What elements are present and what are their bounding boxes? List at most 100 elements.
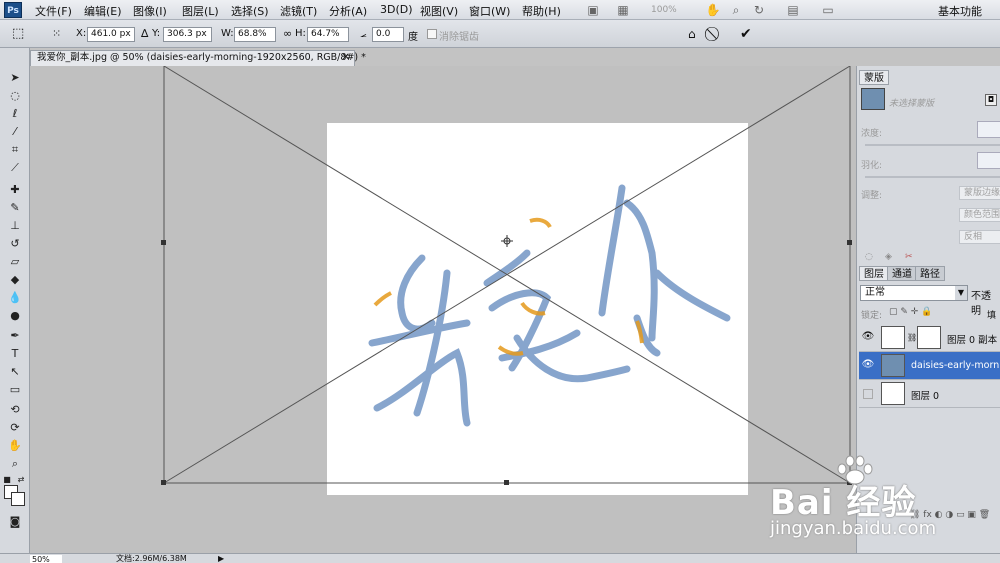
workspace-switcher[interactable]: 基本功能 xyxy=(938,3,982,19)
photoshop-logo: Ps xyxy=(4,2,22,18)
y-position-field[interactable]: 306.3 px xyxy=(163,27,212,42)
menu-file[interactable]: 文件(F) xyxy=(35,3,72,19)
angle-field[interactable]: 0.0 xyxy=(372,27,404,42)
handle-left-middle xyxy=(161,240,166,245)
width-field[interactable]: 68.8% xyxy=(234,27,276,42)
canvas-area[interactable] xyxy=(30,66,856,553)
feather-field[interactable] xyxy=(977,152,1000,169)
magic-wand-tool-icon[interactable]: ⁄ xyxy=(7,124,23,140)
menu-layer[interactable]: 图层(L) xyxy=(182,3,219,19)
menu-analysis[interactable]: 分析(A) xyxy=(329,3,367,19)
menu-filter[interactable]: 滤镜(T) xyxy=(280,3,317,19)
delete-mask-icon[interactable]: ✂ xyxy=(905,252,913,262)
screen-mode-icon[interactable]: ▭ xyxy=(820,3,836,17)
zoom-level-menu[interactable]: 100% xyxy=(651,5,677,15)
density-field[interactable] xyxy=(977,121,1000,138)
eye-icon[interactable]: 👁 xyxy=(861,358,875,372)
rectangle-tool-icon[interactable]: ▭ xyxy=(7,382,23,398)
tab-masks[interactable]: 蒙版 xyxy=(859,70,889,85)
status-bar: 50% 文档:2.96M/6.38M ▶ xyxy=(0,553,1000,563)
eye-icon[interactable]: 👁 xyxy=(861,330,875,344)
document-tab[interactable]: 我爱你_副本.jpg @ 50% (daisies-early-morning-… xyxy=(30,50,366,66)
arrange-documents-icon[interactable]: ▤ xyxy=(785,3,801,17)
density-slider[interactable] xyxy=(865,144,1000,146)
menu-view[interactable]: 视图(V) xyxy=(420,3,458,19)
clone-stamp-tool-icon[interactable]: ⊥ xyxy=(7,218,23,234)
warp-mode-icon[interactable]: ⌂ xyxy=(688,26,696,42)
menu-help[interactable]: 帮助(H) xyxy=(522,3,561,19)
healing-brush-tool-icon[interactable]: ✚ xyxy=(7,182,23,198)
eraser-tool-icon[interactable]: ▱ xyxy=(7,254,23,270)
menu-3d[interactable]: 3D(D) xyxy=(380,3,413,16)
mask-edge-button[interactable]: 蒙版边缘... xyxy=(959,186,1000,200)
load-selection-icon[interactable]: ◌ xyxy=(865,252,873,262)
crop-tool-icon[interactable]: ⌗ xyxy=(7,142,23,158)
dodge-tool-icon[interactable]: ● xyxy=(7,308,23,324)
path-selection-tool-icon[interactable]: ↖ xyxy=(7,364,23,380)
relative-position-icon[interactable]: ∆ xyxy=(141,27,148,40)
link-icon[interactable]: ∞ xyxy=(283,27,292,40)
paint-bucket-tool-icon[interactable]: ◆ xyxy=(7,272,23,288)
background-color-swatch[interactable] xyxy=(11,492,25,506)
visibility-toggle[interactable] xyxy=(863,389,873,399)
3d-rotate-tool-icon[interactable]: ⟲ xyxy=(7,402,23,418)
x-label: X: xyxy=(76,28,87,39)
reference-point-icon[interactable]: ⁙ xyxy=(52,26,61,42)
invert-button[interactable]: 反相 xyxy=(959,230,1000,244)
hand-icon[interactable]: ✋ xyxy=(705,3,721,17)
layer-thumbnail xyxy=(881,382,905,405)
document-info[interactable]: 文档:2.96M/6.38M xyxy=(116,554,187,563)
hand-tool-icon[interactable]: ✋ xyxy=(7,438,23,454)
type-tool-icon[interactable]: T xyxy=(7,346,23,362)
apply-mask-icon[interactable]: ◈ xyxy=(885,252,892,262)
history-brush-tool-icon[interactable]: ↺ xyxy=(7,236,23,252)
tab-paths[interactable]: 路径 xyxy=(915,266,945,281)
blur-tool-icon[interactable]: 💧 xyxy=(7,290,23,306)
layer-row[interactable]: 👁 ⛓ 图层 0 副本 xyxy=(859,324,1000,352)
rotate-view-icon[interactable]: ↻ xyxy=(751,3,767,17)
x-position-field[interactable]: 461.0 px xyxy=(87,27,135,42)
tab-channels[interactable]: 通道 xyxy=(887,266,917,281)
zoom-field[interactable]: 50% xyxy=(30,555,62,563)
feather-label: 羽化: xyxy=(861,161,883,171)
feather-slider[interactable] xyxy=(865,176,1000,178)
move-tool-icon[interactable]: ➤ xyxy=(7,70,23,86)
document-tab-title: 我爱你_副本.jpg @ 50% (daisies-early-morning-… xyxy=(37,52,366,63)
lock-icons[interactable]: ▢ ✎ ✛ 🔒 xyxy=(889,307,932,317)
tab-layers[interactable]: 图层 xyxy=(859,266,889,281)
adjust-label: 调整: xyxy=(861,191,883,201)
3d-orbit-tool-icon[interactable]: ⟳ xyxy=(7,420,23,436)
eyedropper-tool-icon[interactable]: ⟋ xyxy=(7,160,23,176)
status-menu-icon[interactable]: ▶ xyxy=(218,554,224,563)
w-label: W: xyxy=(221,28,234,39)
brush-tool-icon[interactable]: ✎ xyxy=(7,200,23,216)
chevron-down-icon: ▼ xyxy=(955,286,967,300)
layer-name: 图层 0 副本 xyxy=(947,335,998,346)
menu-select[interactable]: 选择(S) xyxy=(231,3,269,19)
bridge-icon[interactable]: ▣ xyxy=(585,3,601,17)
layer-name: 图层 0 xyxy=(911,391,940,402)
lasso-tool-icon[interactable]: ℓ xyxy=(7,106,23,122)
free-transform-box[interactable] xyxy=(30,66,856,553)
menu-image[interactable]: 图像(I) xyxy=(133,3,167,19)
layer-row-selected[interactable]: 👁 daisies-early-morning-1920x2560 xyxy=(859,352,1000,380)
pen-tool-icon[interactable]: ✒ xyxy=(7,328,23,344)
menu-edit[interactable]: 编辑(E) xyxy=(84,3,122,19)
zoom-tool-icon[interactable]: ⌕ xyxy=(7,456,23,472)
menu-window[interactable]: 窗口(W) xyxy=(469,3,510,19)
layer-thumbnail xyxy=(881,326,905,349)
marquee-tool-icon[interactable]: ◌ xyxy=(7,88,23,104)
h-label: H: xyxy=(295,28,306,39)
color-range-button[interactable]: 颜色范围... xyxy=(959,208,1000,222)
zoom-icon[interactable]: ⌕ xyxy=(728,3,744,17)
no-mask-label: 未选择蒙版 xyxy=(889,99,935,109)
commit-transform-icon[interactable]: ✔ xyxy=(740,26,752,42)
add-mask-icon[interactable]: ◘ xyxy=(985,94,997,106)
blend-mode-select[interactable]: 正常 ▼ xyxy=(860,285,968,301)
close-document-icon[interactable]: ✕ xyxy=(342,51,350,65)
quick-mask-icon[interactable]: ◙ xyxy=(7,514,23,530)
view-extras-icon[interactable]: ▦ xyxy=(615,3,631,17)
height-field[interactable]: 64.7% xyxy=(307,27,349,42)
antialias-checkbox[interactable] xyxy=(427,29,437,39)
layer-row[interactable]: 图层 0 xyxy=(859,380,1000,408)
